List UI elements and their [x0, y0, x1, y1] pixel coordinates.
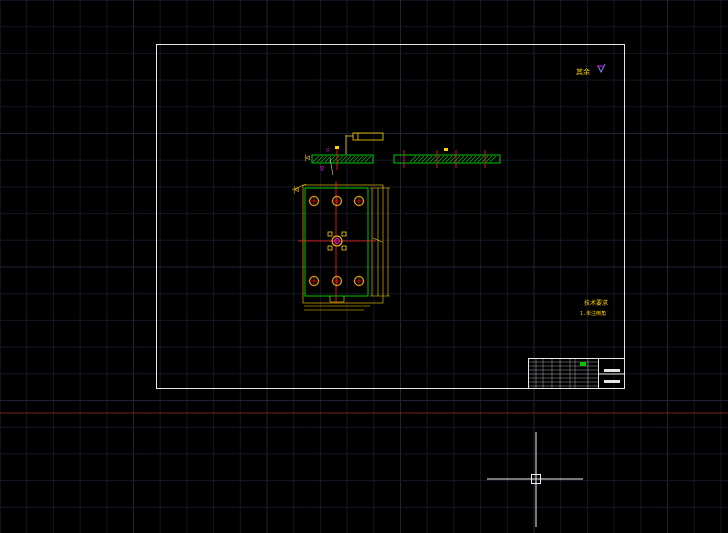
svg-text:▕ᐊ: ▕ᐊ [302, 154, 311, 162]
crosshair-cursor-icon[interactable] [487, 432, 583, 527]
svg-text:ᐁ: ᐁ [320, 166, 325, 173]
surface-roughness-icon [597, 63, 606, 74]
drawing-canvas[interactable]: 其余 ▕ᐊ ▽ ᐁ ▕ᐊ 技术要求 1.未注倒角 [0, 0, 728, 533]
roughness-note-corner: 其余 [576, 63, 606, 76]
tech-req-heading: 技术要求 [584, 299, 608, 307]
section-view-top-right [393, 148, 501, 168]
svg-text:▽: ▽ [326, 147, 330, 154]
hatch-pattern [409, 155, 497, 163]
hatch-pattern [312, 155, 372, 163]
background-grid [0, 0, 728, 533]
roughness-corner-text: 其余 [576, 67, 590, 76]
drawing-frame [156, 44, 625, 389]
drawing-viewport[interactable]: 其余 ▕ᐊ ▽ ᐁ ▕ᐊ 技术要求 1.未注倒角 [0, 0, 728, 533]
tech-req-line: 1.未注倒角 [580, 310, 606, 317]
technical-requirements-note: 技术要求 1.未注倒角 [580, 299, 608, 317]
plan-view: ▕ᐊ [291, 181, 390, 311]
svg-text:▕ᐊ: ▕ᐊ [291, 186, 300, 194]
section-view-top-left: ▕ᐊ ▽ ᐁ [302, 132, 384, 176]
